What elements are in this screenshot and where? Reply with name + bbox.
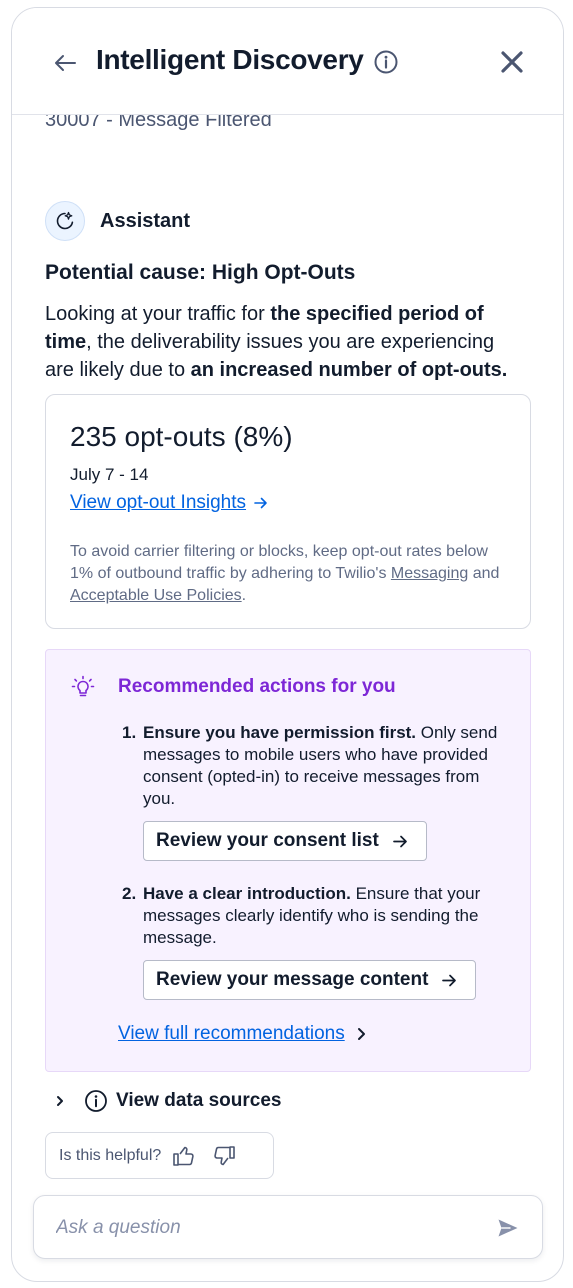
assistant-label: Assistant <box>100 209 191 232</box>
lightbulb-icon <box>70 674 96 700</box>
ask-question-box <box>33 1195 543 1259</box>
opt-out-stat-card: 235 opt-outs (8%) July 7 - 14 View opt-o… <box>45 394 531 629</box>
chevron-right-icon <box>357 1028 365 1040</box>
back-button[interactable] <box>50 48 80 78</box>
cause-body: Looking at your traffic for the specifie… <box>45 303 508 381</box>
recommendation-item: 1. Ensure you have permission first. Onl… <box>122 722 510 861</box>
view-opt-out-insights-link[interactable]: View opt-out Insights <box>70 492 268 514</box>
info-icon <box>374 50 398 74</box>
view-full-recommendations-link[interactable]: View full recommendations <box>118 1023 366 1045</box>
panel-header: Intelligent Discovery <box>12 8 563 115</box>
close-icon <box>501 51 523 73</box>
date-range: July 7 - 14 <box>70 465 149 484</box>
arrow-right-icon <box>442 974 457 986</box>
assistant-row: Assistant <box>45 201 190 241</box>
acceptable-use-policy-link[interactable]: Acceptable Use Policies <box>70 587 242 604</box>
messaging-policy-link[interactable]: Messaging <box>391 565 468 582</box>
feedback-box: Is this helpful? <box>45 1132 274 1179</box>
recommendation-list: 1. Ensure you have permission first. Onl… <box>122 722 510 1000</box>
thumbs-up-icon <box>173 1146 194 1166</box>
assistant-avatar <box>45 201 85 241</box>
thumbs-down-button[interactable] <box>209 1141 239 1171</box>
opt-out-count: 235 opt-outs (8%) <box>70 421 293 452</box>
arrow-right-icon <box>392 835 407 847</box>
sparkle-assistant-icon <box>56 211 74 230</box>
thumbs-down-icon <box>214 1145 236 1165</box>
arrow-right-icon <box>254 497 267 509</box>
recommendation-item: 2. Have a clear introduction. Ensure tha… <box>122 883 510 1000</box>
recommended-actions-card: Recommended actions for you 1. Ensure yo… <box>45 649 531 1072</box>
thumbs-up-button[interactable] <box>169 1141 199 1171</box>
info-icon <box>85 1090 107 1112</box>
recommended-actions-title: Recommended actions for you <box>118 676 396 697</box>
send-button[interactable] <box>494 1214 522 1242</box>
chevron-right-icon <box>57 1096 63 1106</box>
info-button[interactable] <box>373 49 399 75</box>
opt-out-policy-note: To avoid carrier filtering or blocks, ke… <box>70 543 500 604</box>
arrow-left-icon <box>55 55 76 71</box>
page-title: Intelligent Discovery <box>96 44 364 75</box>
close-button[interactable] <box>496 46 528 78</box>
view-data-sources-label: View data sources <box>116 1090 282 1111</box>
view-data-sources-toggle[interactable]: View data sources <box>50 1087 281 1115</box>
discovery-panel: 30007 - Message Filtered Intelligent Dis… <box>11 7 564 1282</box>
review-message-content-button[interactable]: Review your message content <box>143 960 477 1000</box>
cause-title: Potential cause: High Opt-Outs <box>45 261 356 284</box>
ask-question-input[interactable] <box>56 1211 476 1245</box>
send-icon <box>498 1219 518 1237</box>
review-consent-list-button[interactable]: Review your consent list <box>143 821 427 861</box>
feedback-label: Is this helpful? <box>59 1146 162 1164</box>
